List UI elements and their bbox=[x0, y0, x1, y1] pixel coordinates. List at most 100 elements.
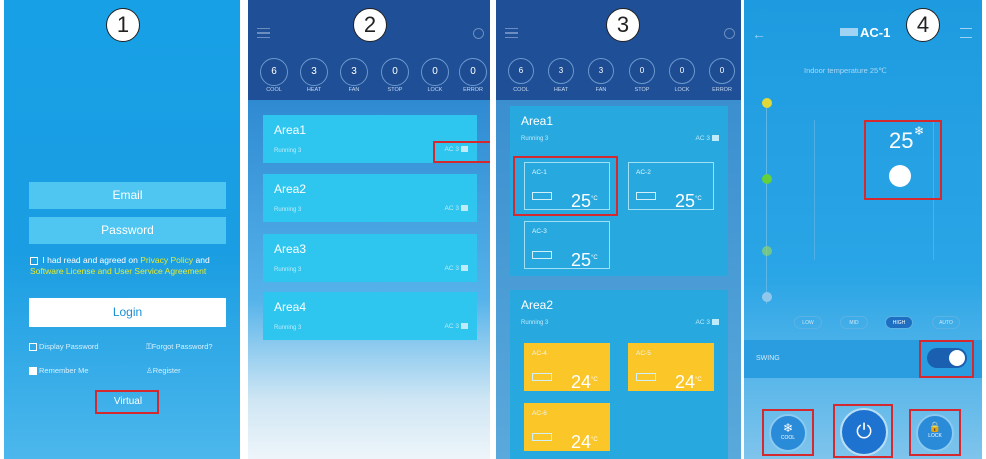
chevron-down-icon bbox=[461, 205, 468, 212]
status-cool[interactable]: 6 bbox=[260, 58, 288, 86]
area-list-screen: 2 6 3 3 0 0 0 COOL HEAT FAN STOP LOCK ER… bbox=[248, 0, 490, 459]
area-ac-count: AC 3 bbox=[695, 135, 710, 142]
status-error[interactable]: 0 bbox=[709, 58, 735, 84]
status-label-stop: STOP bbox=[387, 87, 403, 93]
status-stop[interactable]: 0 bbox=[381, 58, 409, 86]
status-label-cool: COOL bbox=[513, 87, 529, 93]
chevron-up-icon bbox=[712, 319, 719, 326]
privacy-policy-link[interactable]: Privacy Policy bbox=[140, 255, 193, 265]
status-label-error: ERROR bbox=[463, 87, 483, 93]
ac-unit-temp-unit: °C bbox=[591, 255, 598, 261]
user-icon: ♙ bbox=[146, 366, 153, 375]
ac-unit-icon bbox=[532, 373, 552, 381]
area-running: Running 3 bbox=[521, 136, 549, 142]
remember-me-checkbox[interactable] bbox=[29, 367, 37, 376]
status-error[interactable]: 0 bbox=[459, 58, 487, 86]
login-button[interactable]: Login bbox=[29, 298, 226, 327]
display-password-label: Display Password bbox=[39, 342, 99, 351]
area-ac-dropdown[interactable]: AC 3 bbox=[696, 319, 719, 326]
fan-level-dot-low[interactable] bbox=[762, 246, 772, 256]
status-stop[interactable]: 0 bbox=[629, 58, 655, 84]
area-ac-count: AC 3 bbox=[444, 205, 459, 212]
status-heat[interactable]: 3 bbox=[300, 58, 328, 86]
status-lock[interactable]: 0 bbox=[421, 58, 449, 86]
ac-unit-temp-value: 24 bbox=[675, 372, 696, 392]
fan-level-dot-min[interactable] bbox=[762, 292, 772, 302]
password-field[interactable]: Password bbox=[29, 217, 226, 244]
step-badge-1: 1 bbox=[106, 8, 140, 42]
area-card-2-expanded[interactable]: Area2 Running 3 AC 3 AC-4 24°C AC-5 24°C A… bbox=[510, 290, 728, 459]
area-card-4[interactable]: Area4 Running 3 AC 3 bbox=[263, 292, 477, 340]
area-ac-count: AC 3 bbox=[695, 319, 710, 326]
chevron-down-icon bbox=[461, 265, 468, 272]
agree-checkbox[interactable] bbox=[30, 256, 38, 265]
ac-unit-temp-unit: °C bbox=[591, 377, 598, 383]
ac-unit-card-6[interactable]: AC-6 24°C bbox=[524, 403, 610, 452]
display-password-checkbox[interactable] bbox=[29, 343, 37, 352]
fan-mode-mid[interactable]: MID bbox=[840, 316, 868, 329]
indoor-temperature: Indoor temperature 25℃ bbox=[804, 66, 887, 75]
status-heat[interactable]: 3 bbox=[548, 58, 574, 84]
area-name: Area1 bbox=[521, 114, 554, 128]
ac-unit-temp: 25°C bbox=[675, 191, 702, 212]
menu-icon[interactable] bbox=[257, 28, 270, 38]
unit-title: AC-1 bbox=[860, 25, 891, 40]
ac-unit-temp-value: 24 bbox=[571, 372, 592, 392]
fan-mode-auto[interactable]: AUTO bbox=[932, 316, 960, 329]
ac-unit-temp-value: 24 bbox=[571, 432, 592, 452]
swing-label: SWING bbox=[756, 355, 780, 362]
highlight-lock bbox=[909, 409, 961, 456]
display-password-toggle[interactable]: Display Password bbox=[29, 342, 99, 352]
area-ac-dropdown[interactable]: AC 3 bbox=[445, 323, 468, 330]
ac-unit-temp-value: 25 bbox=[675, 191, 696, 211]
ac-unit-name: AC-4 bbox=[532, 350, 547, 357]
status-cool[interactable]: 6 bbox=[508, 58, 534, 84]
back-arrow-icon[interactable]: ← bbox=[752, 26, 766, 42]
area-ac-dropdown[interactable]: AC 3 bbox=[445, 265, 468, 272]
ac-unit-card-3[interactable]: AC-3 25°C bbox=[524, 221, 610, 271]
ac-unit-temp-value: 25 bbox=[571, 250, 592, 270]
ac-detail-screen: 4 ← AC-1 Indoor temperature 25℃ 25 ❄ LOW… bbox=[744, 0, 982, 459]
status-fan[interactable]: 3 bbox=[340, 58, 368, 86]
step-badge-2: 2 bbox=[353, 8, 387, 42]
email-field[interactable]: Email bbox=[29, 182, 226, 209]
menu-icon[interactable] bbox=[960, 28, 972, 38]
ac-unit-icon bbox=[636, 192, 656, 200]
area-ac-count: AC 3 bbox=[444, 265, 459, 272]
ac-unit-temp-unit: °C bbox=[591, 437, 598, 443]
register-link[interactable]: ♙Register bbox=[146, 366, 181, 375]
ac-unit-card-4[interactable]: AC-4 24°C bbox=[524, 343, 610, 392]
ac-unit-name: AC-5 bbox=[636, 350, 651, 357]
status-fan[interactable]: 3 bbox=[588, 58, 614, 84]
area-card-2[interactable]: Area2 Running 3 AC 3 bbox=[263, 174, 477, 222]
area-card-3[interactable]: Area3 Running 3 AC 3 bbox=[263, 234, 477, 282]
fan-mode-high[interactable]: HIGH bbox=[885, 316, 913, 329]
area-name: Area2 bbox=[521, 298, 554, 312]
fan-mode-low[interactable]: LOW bbox=[794, 316, 822, 329]
area-ac-dropdown[interactable]: AC 3 bbox=[445, 205, 468, 212]
ac-unit-card-2[interactable]: AC-2 25°C bbox=[628, 162, 714, 212]
clock-icon[interactable] bbox=[724, 28, 735, 39]
fan-level-dot-high[interactable] bbox=[762, 98, 772, 108]
clock-icon[interactable] bbox=[473, 28, 484, 39]
ac-unit-card-5[interactable]: AC-5 24°C bbox=[628, 343, 714, 392]
status-label-error: ERROR bbox=[712, 87, 732, 93]
fan-slider-track[interactable] bbox=[766, 104, 767, 304]
ac-unit-temp-unit: °C bbox=[695, 196, 702, 202]
remember-me-toggle[interactable]: Remember Me bbox=[29, 366, 89, 376]
area-name: Area2 bbox=[274, 182, 307, 196]
area-running: Running 3 bbox=[274, 207, 302, 213]
license-agreement-link[interactable]: Software License and User Service Agreem… bbox=[30, 266, 206, 276]
fan-level-dot-mid[interactable] bbox=[762, 174, 772, 184]
ac-unit-temp: 25°C bbox=[571, 250, 598, 271]
agreement-text: I had read and agreed on Privacy Policy … bbox=[30, 255, 230, 277]
area-running: Running 3 bbox=[521, 320, 549, 326]
area-running: Running 3 bbox=[274, 148, 302, 154]
area-ac-dropdown[interactable]: AC 3 bbox=[696, 135, 719, 142]
menu-icon[interactable] bbox=[505, 28, 518, 38]
ac-device-icon bbox=[840, 28, 858, 36]
status-lock[interactable]: 0 bbox=[669, 58, 695, 84]
area-name: Area1 bbox=[274, 123, 307, 137]
highlight-power bbox=[833, 404, 893, 458]
forgot-password-link[interactable]: ⚿Forgot Password? bbox=[146, 342, 213, 352]
